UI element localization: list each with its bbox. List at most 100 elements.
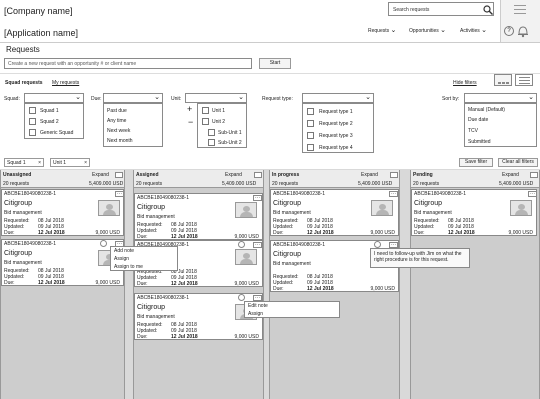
due-label: Due: [273,286,284,292]
clear-filters-button[interactable]: Clear all filters [498,158,538,167]
note-indicator-icon[interactable] [374,241,381,248]
help-button[interactable]: ? [504,26,514,36]
unit-option[interactable]: Sub-Unit 2 [218,140,242,146]
column-count: 20 requests [136,181,163,187]
expand-icon[interactable] [115,172,123,178]
search-input[interactable]: Search requests [393,7,429,13]
tab-squad-requests[interactable]: Squad requests [5,80,43,86]
squad-select[interactable]: ⌄ [24,93,84,103]
save-filter-button[interactable]: Save filter [459,158,493,167]
search-box[interactable]: Search requests [388,2,494,16]
expand-link[interactable]: Expand [361,172,378,178]
close-icon[interactable]: × [84,160,87,166]
column-header: Pending Expand 20 requests 5,409.000 USD [411,170,539,188]
more-menu-icon[interactable]: ··· [253,242,262,248]
chevron-down-icon: ⌄ [528,94,534,101]
nav-activities[interactable]: Activities ⌄ [460,27,487,34]
note-indicator-icon[interactable] [100,240,107,247]
column-total: 5,409.000 USD [499,181,534,187]
more-menu-icon[interactable]: ··· [115,191,124,197]
bell-icon[interactable] [517,24,529,38]
assign-menu-item[interactable]: Assign [114,256,129,262]
sort-option[interactable]: Submitted [468,139,491,145]
request-type-option[interactable]: Request type 3 [319,133,353,139]
column-title: Pending [413,172,433,178]
start-button[interactable]: Start [259,58,291,69]
unit-select[interactable]: ⌄ [185,93,247,103]
nav-opportunities[interactable]: Opportunities ⌄ [409,27,446,34]
request-type-option[interactable]: Request type 2 [319,121,353,127]
squad-option[interactable]: Generic Squad [40,130,73,136]
unit-option[interactable]: Unit 1 [212,108,225,114]
more-menu-icon[interactable]: ··· [528,191,537,197]
expand-icon[interactable] [254,172,262,178]
note-indicator-icon[interactable] [238,294,245,301]
assign-to-me-menu-item[interactable]: Assign to me [114,264,143,270]
assign-menu-item[interactable]: Assign [248,311,263,317]
avatar-icon [371,200,393,216]
squad-option[interactable]: Squad 1 [40,108,59,114]
list-view-toggle[interactable] [515,74,533,86]
sort-option[interactable]: TCV [468,128,478,134]
column-header: Assigned Expand 20 requests 5,409.000 US… [134,170,263,188]
request-type-select[interactable]: ⌄ [302,93,374,103]
request-card[interactable]: ABCBE18049080238-1 Citigroup Bid managem… [1,239,124,286]
expand-link[interactable]: Expand [502,172,519,178]
search-icon[interactable] [483,5,493,15]
client-name: Citigroup [137,204,166,211]
hamburger-menu[interactable] [500,0,540,20]
due-option[interactable]: Next month [107,138,133,144]
expand-link[interactable]: Expand [225,172,242,178]
sort-option[interactable]: Manual (Default) [468,107,505,113]
column-total: 5,409.000 USD [89,181,124,187]
request-type-3-checkbox[interactable] [307,132,314,139]
sub-unit-1-checkbox[interactable] [208,129,215,136]
create-request-input[interactable]: Create a new request with an opportunity… [4,58,252,69]
edit-note-menu-item[interactable]: Edit note [248,303,268,309]
unit-2-checkbox[interactable] [202,118,209,125]
due-option[interactable]: Any time [107,118,126,124]
due-select[interactable]: ⌄ [103,93,163,103]
squad-1-checkbox[interactable] [29,107,36,114]
column-title: In progress [272,172,300,178]
more-menu-icon[interactable]: ··· [253,195,262,201]
add-note-menu-item[interactable]: Add note [114,248,134,254]
expand-plus-icon[interactable]: + [187,104,192,114]
service-type: Bid management [4,210,42,216]
nav-requests[interactable]: Requests ⌄ [368,27,396,34]
squad-option[interactable]: Squad 2 [40,119,59,125]
tab-my-requests[interactable]: My requests [52,80,79,86]
unit-1-checkbox[interactable] [202,107,209,114]
unit-option[interactable]: Unit 2 [212,119,225,125]
squad-2-checkbox[interactable] [29,118,36,125]
filter-pill-unit[interactable]: Unit 1 × [50,158,90,167]
sort-select[interactable]: ⌄ [464,93,537,103]
request-type-option[interactable]: Request type 1 [319,109,353,115]
request-card[interactable]: ABCBE18049080238-1 Citigroup Bid managem… [134,193,263,240]
kanban-view-toggle[interactable] [494,74,512,86]
sort-option[interactable]: Due date [468,117,488,123]
request-type-2-checkbox[interactable] [307,120,314,127]
request-card[interactable]: ABCBE18049080238-1 Citigroup Bid managem… [270,189,399,236]
expand-icon[interactable] [530,172,538,178]
due-option[interactable]: Next week [107,128,130,134]
sub-unit-2-checkbox[interactable] [208,139,215,146]
amount: 9,000 USD [234,281,259,287]
close-icon[interactable]: × [38,160,41,166]
filter-pill-squad[interactable]: Squad 1 × [4,158,44,167]
expand-icon[interactable] [390,172,398,178]
expand-link[interactable]: Expand [92,172,109,178]
note-indicator-icon[interactable] [238,241,245,248]
due-option[interactable]: Past due [107,108,127,114]
generic-squad-checkbox[interactable] [29,129,36,136]
collapse-minus-icon[interactable]: − [188,117,193,127]
request-card[interactable]: ABCBE18049080238-1 Citigroup Bid managem… [411,189,537,236]
request-type-option[interactable]: Request type 4 [319,145,353,151]
unit-option[interactable]: Sub-Unit 1 [218,130,242,136]
request-card[interactable]: ABCBE18049080238-1 Citigroup Bid managem… [1,189,124,236]
more-menu-icon[interactable]: ··· [389,191,398,197]
request-type-4-checkbox[interactable] [307,144,314,151]
hide-filters-link[interactable]: Hide filters [453,80,477,86]
request-type-1-checkbox[interactable] [307,108,314,115]
unit-options: Unit 1 Unit 2 Sub-Unit 1 Sub-Unit 2 [197,103,247,148]
